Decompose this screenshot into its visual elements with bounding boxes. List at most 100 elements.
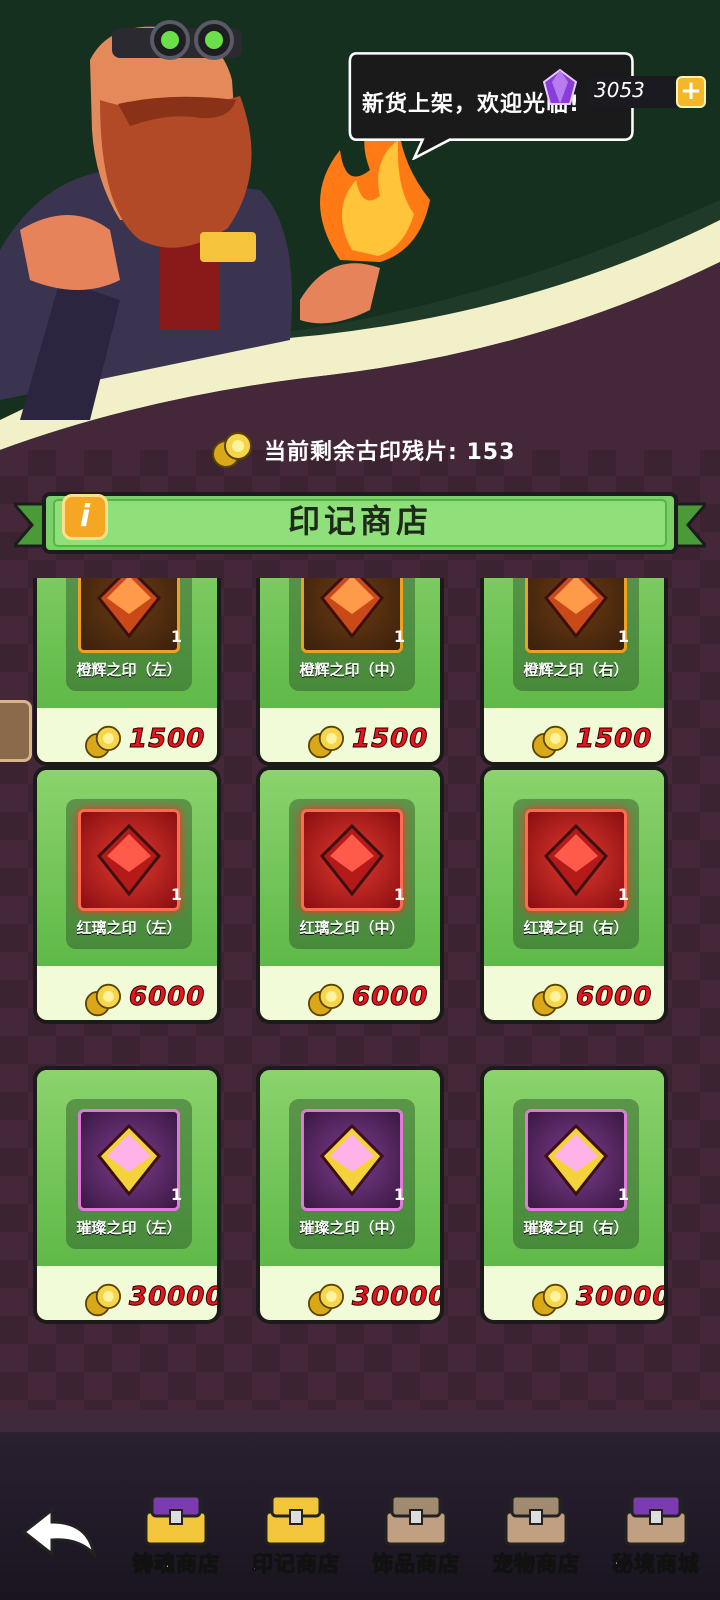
item-quantity: 1 — [393, 885, 405, 904]
fragment-coin-icon — [532, 725, 569, 759]
item-price-value: 30000 — [128, 1282, 217, 1313]
seal-gem-icon — [319, 823, 385, 897]
tab-pet-shop[interactable]: 宠物商店 — [480, 1490, 592, 1590]
item-price[interactable]: 6000 — [37, 980, 217, 1017]
item-slot: 1 红璃之印（中） — [289, 799, 415, 949]
item-frame — [78, 809, 180, 911]
item-price-value: 1500 — [351, 724, 429, 755]
seal-gem-icon — [543, 1123, 609, 1197]
fragment-count-label: 当前剩余古印残片: 153 — [264, 440, 516, 465]
seal-gem-icon — [543, 578, 609, 639]
item-price[interactable]: 1500 — [260, 722, 440, 759]
item-quantity: 1 — [617, 1185, 629, 1204]
item-frame — [525, 1109, 627, 1211]
item-frame — [301, 578, 403, 653]
item-frame — [301, 1109, 403, 1211]
tab-label: 印记商店 — [252, 1552, 340, 1577]
item-price[interactable]: 1500 — [37, 722, 217, 759]
shop-item-card[interactable]: 1 璀璨之印（中） 30000 — [256, 1066, 444, 1324]
seal-gem-icon — [96, 1123, 162, 1197]
tab-soul-forge-shop[interactable]: 铸魂商店 — [120, 1490, 232, 1590]
item-name: 璀璨之印（左） — [76, 1219, 182, 1237]
fragment-coin-icon — [85, 1283, 121, 1317]
item-frame — [78, 578, 180, 653]
tab-seal-shop[interactable]: 印记商店 — [240, 1490, 352, 1590]
item-name: 橙辉之印（左） — [76, 661, 182, 679]
item-price[interactable]: 6000 — [260, 980, 440, 1017]
item-price-value: 6000 — [575, 982, 653, 1013]
item-name: 橙辉之印（右） — [523, 661, 629, 679]
shop-item-card[interactable]: 1 红璃之印（左） 6000 — [33, 766, 221, 1024]
seal-gem-icon — [96, 578, 162, 639]
fragment-coin-icon — [85, 725, 121, 759]
item-grid: 1 橙辉之印（左） 1500 1 橙辉之印（中） 1500 1 橙辉之印（右） … — [0, 578, 720, 1383]
shop-item-card[interactable]: 1 璀璨之印（左） 30000 — [33, 1066, 221, 1324]
shop-chest-icon — [504, 1494, 568, 1546]
item-quantity: 1 — [170, 885, 182, 904]
shop-item-card[interactable]: 1 璀璨之印（右） 30000 — [480, 1066, 668, 1324]
item-name: 红璃之印（中） — [299, 919, 405, 937]
fragment-coin-icon — [307, 983, 344, 1017]
item-price-value: 30000 — [575, 1282, 664, 1313]
item-name: 璀璨之印（中） — [299, 1219, 405, 1237]
item-frame — [525, 578, 627, 653]
item-name: 橙辉之印（中） — [299, 661, 405, 679]
item-slot: 1 橙辉之印（左） — [66, 578, 192, 691]
item-slot: 1 璀璨之印（左） — [66, 1099, 192, 1249]
back-arrow-icon[interactable] — [18, 1502, 98, 1562]
item-price-value: 6000 — [128, 982, 206, 1013]
item-quantity: 1 — [393, 627, 405, 646]
tab-label: 饰品商店 — [372, 1552, 460, 1577]
tab-label: 铸魂商店 — [132, 1552, 220, 1577]
seal-gem-icon — [319, 578, 385, 639]
fragment-coin-icon — [85, 983, 121, 1017]
fragment-coin-icon — [532, 983, 569, 1017]
shop-item-card[interactable]: 1 红璃之印（右） 6000 — [480, 766, 668, 1024]
shop-screen: 新货上架，欢迎光临! 3053 + 当前剩余古印残片: 153 i 印记商店 1… — [0, 0, 720, 1600]
item-frame — [301, 809, 403, 911]
purple-gem-icon — [542, 68, 578, 105]
item-slot: 1 璀璨之印（中） — [289, 1099, 415, 1249]
item-price[interactable]: 6000 — [484, 980, 664, 1017]
item-name: 红璃之印（右） — [523, 919, 629, 937]
shop-item-card[interactable]: 1 橙辉之印（中） 1500 — [256, 578, 444, 766]
item-slot: 1 璀璨之印（右） — [513, 1099, 639, 1249]
gem-amount: 3053 — [594, 78, 645, 102]
shop-item-card[interactable]: 1 红璃之印（中） 6000 — [256, 766, 444, 1024]
item-price-value: 30000 — [351, 1282, 440, 1313]
seal-gem-icon — [543, 823, 609, 897]
fragment-coin-icon — [307, 1283, 344, 1317]
item-quantity: 1 — [617, 885, 629, 904]
item-quantity: 1 — [170, 1185, 182, 1204]
shop-title: 印记商店 — [287, 502, 432, 540]
item-slot: 1 橙辉之印（右） — [513, 578, 639, 691]
item-price-value: 1500 — [128, 724, 206, 755]
item-slot: 1 橙辉之印（中） — [289, 578, 415, 691]
item-slot: 1 红璃之印（左） — [66, 799, 192, 949]
item-price-value: 1500 — [575, 724, 653, 755]
item-price-value: 6000 — [351, 982, 429, 1013]
shop-chest-icon — [144, 1494, 208, 1546]
tab-label: 秘境商城 — [612, 1552, 700, 1577]
add-gems-button[interactable]: + — [676, 76, 706, 108]
fragment-counter: 当前剩余古印残片: 153 — [210, 430, 515, 470]
item-price[interactable]: 30000 — [260, 1280, 440, 1317]
item-price[interactable]: 1500 — [484, 722, 664, 759]
item-frame — [78, 1109, 180, 1211]
seal-gem-icon — [319, 1123, 385, 1197]
item-price[interactable]: 30000 — [37, 1280, 217, 1317]
shop-item-card[interactable]: 1 橙辉之印（左） 1500 — [33, 578, 221, 766]
fragment-coin-icon — [532, 1283, 569, 1317]
item-price[interactable]: 30000 — [484, 1280, 664, 1317]
shop-item-card[interactable]: 1 橙辉之印（右） 1500 — [480, 578, 668, 766]
item-slot: 1 红璃之印（右） — [513, 799, 639, 949]
shop-chest-icon — [264, 1494, 328, 1546]
item-quantity: 1 — [393, 1185, 405, 1204]
item-name: 红璃之印（左） — [76, 919, 182, 937]
item-name: 璀璨之印（右） — [523, 1219, 629, 1237]
tab-accessory-shop[interactable]: 饰品商店 — [360, 1490, 472, 1590]
seal-gem-icon — [96, 823, 162, 897]
tab-secret-realm-shop[interactable]: 秘境商城 — [600, 1490, 712, 1590]
item-quantity: 1 — [617, 627, 629, 646]
fragment-coin-icon — [307, 725, 344, 759]
